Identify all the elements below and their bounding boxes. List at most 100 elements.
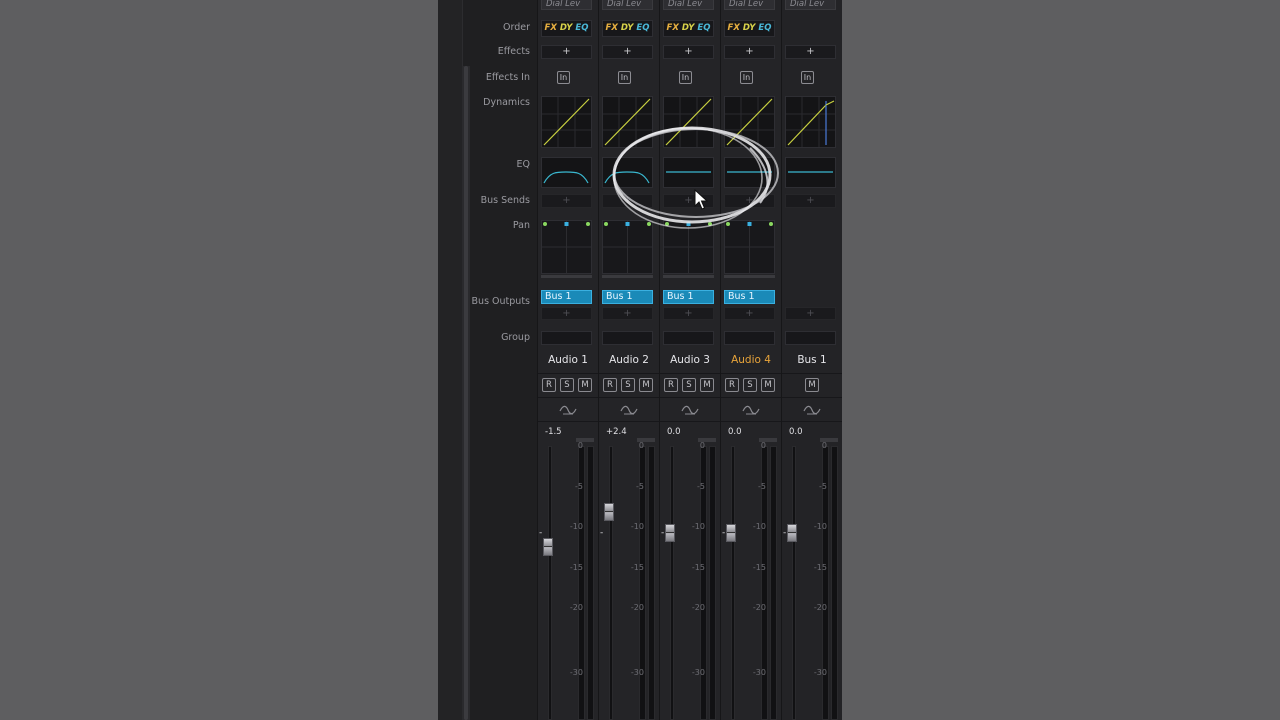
add-bus-send-button[interactable]: + [785, 194, 836, 208]
fader-track[interactable] [792, 446, 796, 720]
add-bus-send-button[interactable]: + [541, 194, 592, 208]
in-square-icon[interactable]: In [618, 71, 631, 84]
add-bus-send-button[interactable]: + [724, 194, 775, 208]
in-square-icon[interactable]: In [557, 71, 570, 84]
in-square-icon[interactable]: In [740, 71, 753, 84]
volume-fader-handle[interactable] [543, 538, 553, 556]
record-arm-button[interactable]: R [603, 378, 617, 392]
mute-button[interactable]: M [805, 378, 819, 392]
mute-button[interactable]: M [639, 378, 653, 392]
dynamics-graph[interactable] [785, 96, 836, 148]
fader-track[interactable] [548, 446, 552, 720]
add-effect-button[interactable]: + [663, 45, 714, 59]
dynamics-graph[interactable] [541, 96, 592, 148]
row-label-eq: EQ [516, 159, 530, 170]
wave-icon[interactable] [742, 404, 760, 416]
fader-level-readout: 0.0 [667, 427, 681, 437]
track-name[interactable]: Bus 1 [782, 354, 842, 366]
add-bus-output-button[interactable]: + [541, 307, 592, 320]
mouse-pointer-icon [694, 189, 708, 210]
fader-track[interactable] [731, 446, 735, 720]
dynamics-graph[interactable] [602, 96, 653, 148]
add-effect-button[interactable]: + [602, 45, 653, 59]
add-bus-send-button[interactable]: + [602, 194, 653, 208]
group-slot[interactable] [785, 331, 836, 345]
wave-icon[interactable] [681, 404, 699, 416]
pan-control[interactable] [541, 220, 592, 274]
add-effect-button[interactable]: + [785, 45, 836, 59]
record-arm-button[interactable]: R [664, 378, 678, 392]
pan-control[interactable] [663, 220, 714, 274]
bus-output-assignment[interactable]: Bus 1 [724, 290, 775, 304]
pan-width-bar[interactable] [602, 275, 653, 278]
group-slot[interactable] [724, 331, 775, 345]
track-name[interactable]: Audio 1 [538, 354, 598, 366]
eq-graph[interactable] [602, 157, 653, 188]
add-bus-output-button[interactable]: + [724, 307, 775, 320]
volume-fader-handle[interactable] [665, 524, 675, 542]
pan-control[interactable] [724, 220, 775, 274]
channel-strip: Dial Lev FX DY EQ + In + Bus 1 + Audio 3 R S M 0.… [659, 0, 720, 720]
processing-order-button[interactable]: FX DY EQ [602, 20, 653, 37]
meter-scale-label: -20 [630, 603, 644, 612]
processing-order-button[interactable]: FX DY EQ [541, 20, 592, 37]
add-bus-output-button[interactable]: + [663, 307, 714, 320]
meter-scale-label: -10 [630, 522, 644, 531]
pan-control[interactable] [602, 220, 653, 274]
fader-level-readout: -1.5 [545, 427, 562, 437]
track-name[interactable]: Audio 4 [721, 354, 781, 366]
meter-scale-label: 0 [638, 441, 644, 450]
bus-output-assignment[interactable]: Bus 1 [602, 290, 653, 304]
processing-order-button[interactable]: FX DY EQ [724, 20, 775, 37]
solo-button[interactable]: S [682, 378, 696, 392]
channel-strip: Dial Lev FX DY EQ + In + Bus 1 + Audio 2 R S M +2… [598, 0, 659, 720]
pan-width-bar[interactable] [541, 275, 592, 278]
solo-button[interactable]: S [743, 378, 757, 392]
track-name[interactable]: Audio 3 [660, 354, 720, 366]
in-square-icon[interactable]: In [801, 71, 814, 84]
wave-icon[interactable] [803, 404, 821, 416]
eq-graph[interactable] [785, 157, 836, 188]
order-fx: FX [666, 23, 679, 33]
bus-output-assignment[interactable]: Bus 1 [541, 290, 592, 304]
group-slot[interactable] [602, 331, 653, 345]
fader-track[interactable] [670, 446, 674, 720]
order-dy: DY [559, 23, 573, 33]
volume-fader-handle[interactable] [604, 503, 614, 521]
wave-icon[interactable] [620, 404, 638, 416]
meter-scale-label: -5 [758, 482, 766, 491]
solo-button[interactable]: S [621, 378, 635, 392]
pan-width-bar[interactable] [724, 275, 775, 278]
fader-track[interactable] [609, 446, 613, 720]
pan-width-bar[interactable] [663, 275, 714, 278]
track-name[interactable]: Audio 2 [599, 354, 659, 366]
bus-output-assignment[interactable]: Bus 1 [663, 290, 714, 304]
mute-button[interactable]: M [700, 378, 714, 392]
group-slot[interactable] [541, 331, 592, 345]
add-effect-button[interactable]: + [724, 45, 775, 59]
wave-icon[interactable] [559, 404, 577, 416]
record-arm-button[interactable]: R [542, 378, 556, 392]
add-bus-output-button[interactable]: + [602, 307, 653, 320]
meter-scale-label: -5 [697, 482, 705, 491]
eq-graph[interactable] [541, 157, 592, 188]
level-meter-right [587, 446, 594, 720]
add-bus-output-button[interactable]: + [785, 307, 836, 320]
row-label-column: Order Effects Effects In Dynamics EQ Bus… [471, 0, 537, 720]
eq-graph[interactable] [724, 157, 775, 188]
record-arm-button[interactable]: R [725, 378, 739, 392]
processing-order-button[interactable]: FX DY EQ [663, 20, 714, 37]
volume-fader-handle[interactable] [787, 524, 797, 542]
group-slot[interactable] [663, 331, 714, 345]
in-square-icon[interactable]: In [679, 71, 692, 84]
eq-graph[interactable] [663, 157, 714, 188]
dynamics-graph[interactable] [663, 96, 714, 148]
unity-gain-mark: - [722, 528, 726, 538]
volume-fader-handle[interactable] [726, 524, 736, 542]
mute-button[interactable]: M [578, 378, 592, 392]
mute-button[interactable]: M [761, 378, 775, 392]
vertical-scrollbar-thumb[interactable] [464, 66, 468, 720]
dynamics-graph[interactable] [724, 96, 775, 148]
solo-button[interactable]: S [560, 378, 574, 392]
add-effect-button[interactable]: + [541, 45, 592, 59]
